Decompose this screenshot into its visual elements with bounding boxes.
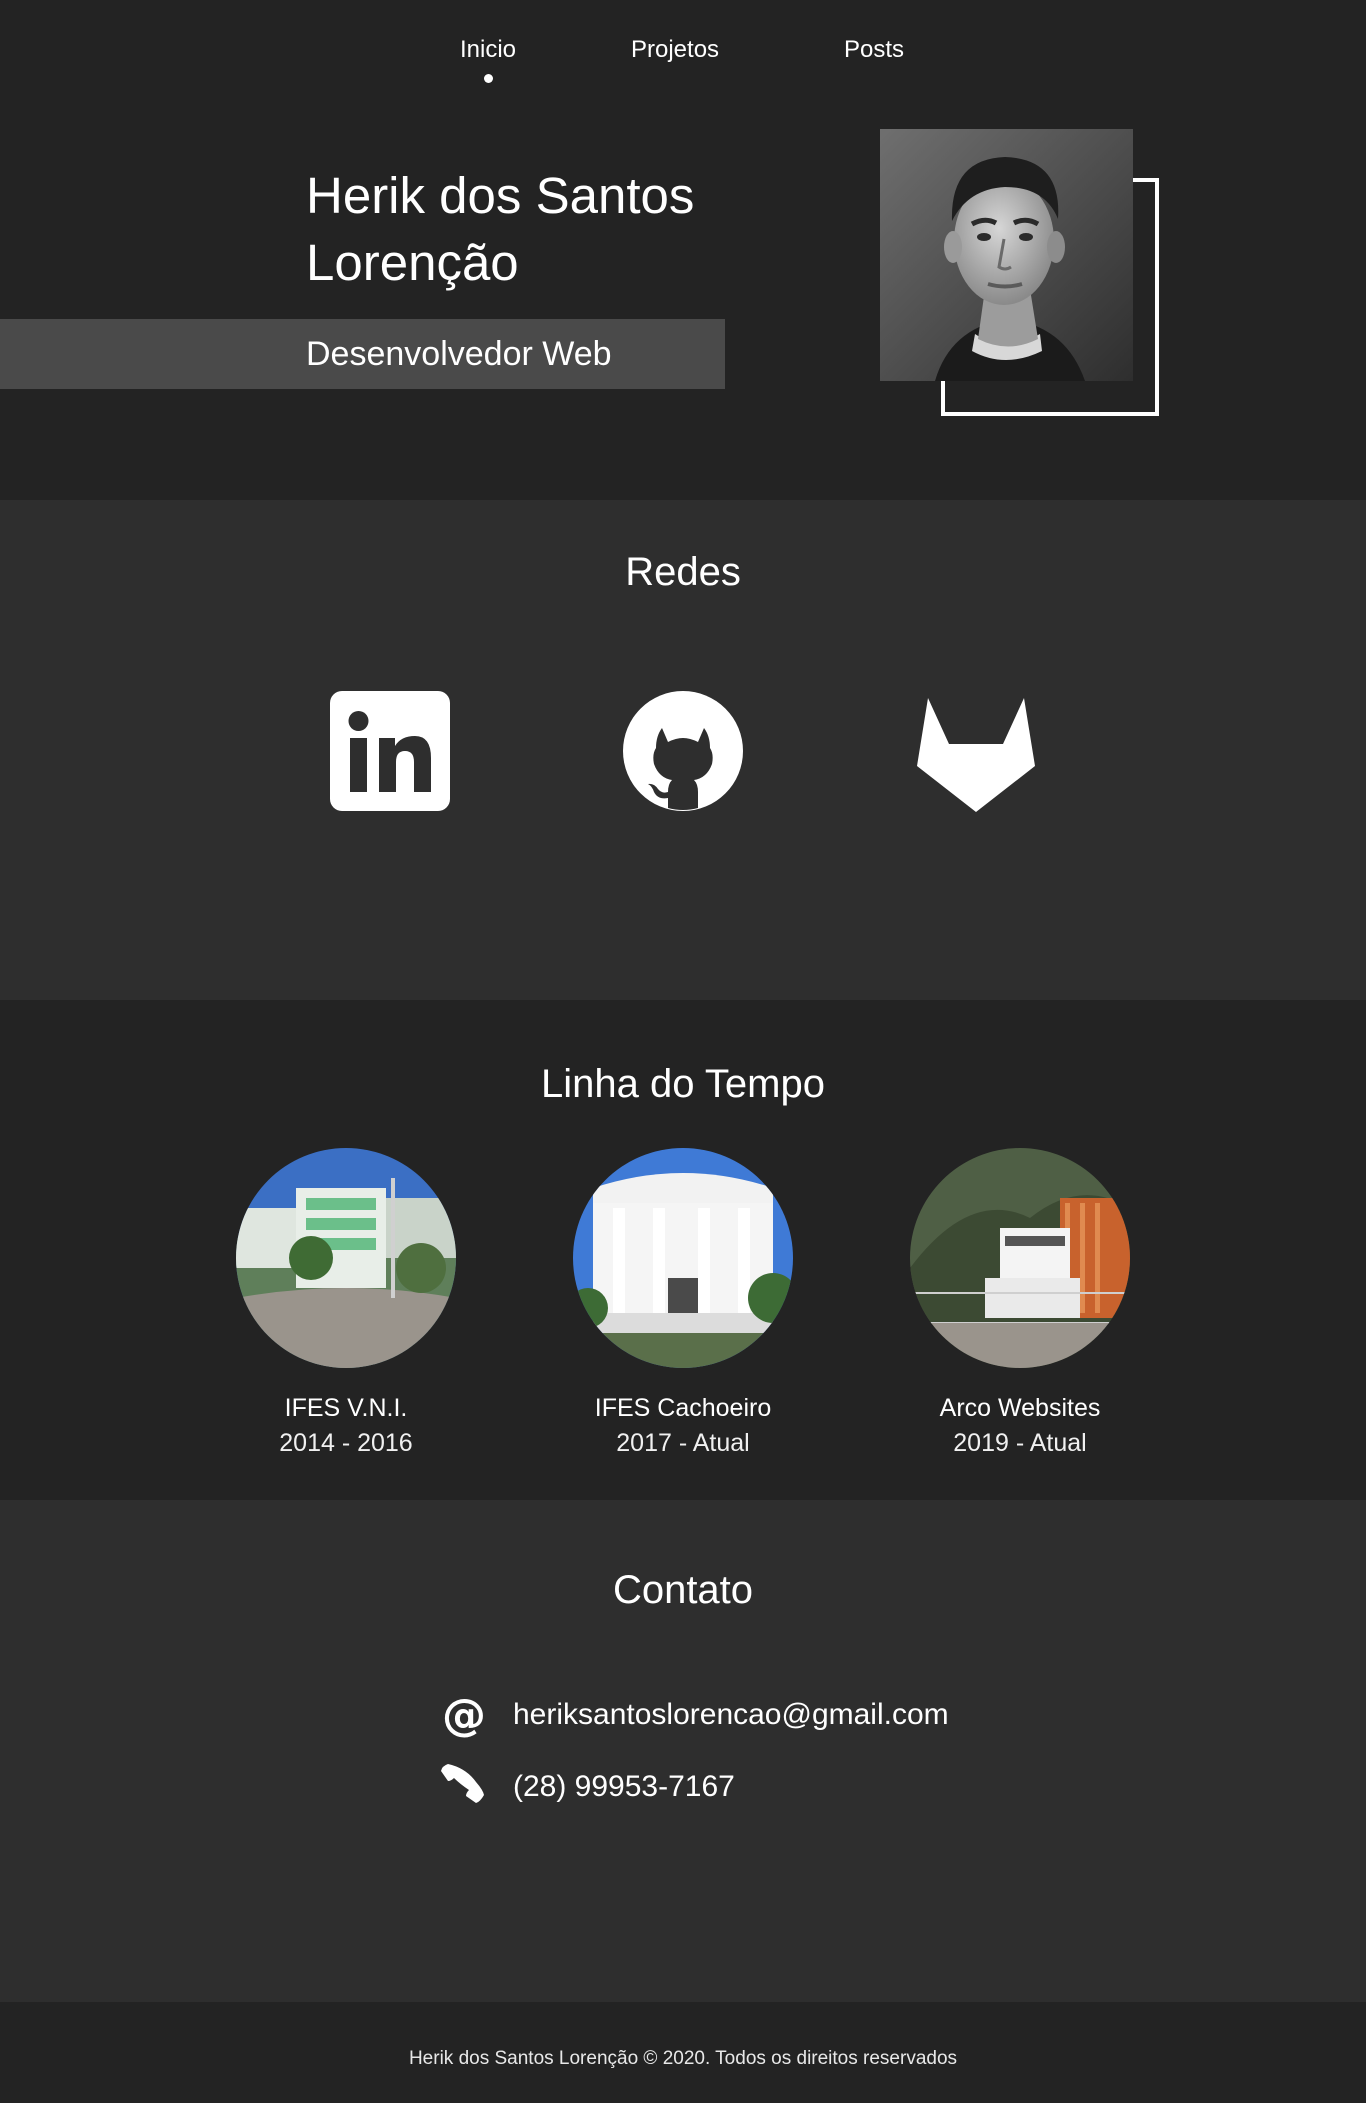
phone-icon	[441, 1764, 484, 1803]
timeline-item-name: Arco Websites	[939, 1394, 1101, 1422]
section-title: Linha do Tempo	[541, 1062, 825, 1106]
linkedin-icon	[330, 691, 450, 811]
nav-item-inicio[interactable]: Inicio	[460, 36, 517, 83]
section-title: Contato	[612, 1568, 754, 1612]
timeline-item-years: 2014 - 2016	[279, 1429, 413, 1457]
timeline-item: Arco Websites 2019 - Atual	[900, 1148, 1140, 1458]
profile-photo	[880, 129, 1133, 381]
footer: Herik dos Santos Lorenção © 2020. Todos …	[0, 2002, 1366, 2103]
timeline-item: IFES Cachoeiro 2017 - Atual	[563, 1148, 803, 1458]
contact-section: Contato @ heriksantoslorencao@gmail.com …	[0, 1500, 1366, 2002]
section-title: Redes	[625, 550, 741, 594]
active-indicator	[484, 74, 494, 83]
at-icon: @	[442, 1690, 486, 1738]
phone-link[interactable]: (28) 99953-7167	[513, 1770, 735, 1804]
timeline-item-name: IFES V.N.I.	[284, 1394, 408, 1422]
hero-role: Desenvolvedor Web	[306, 335, 612, 373]
timeline-item-name: IFES Cachoeiro	[594, 1394, 772, 1422]
nav-item-label: Inicio	[460, 36, 517, 63]
footer-copyright: Herik dos Santos Lorenção © 2020. Todos …	[408, 2048, 958, 2069]
timeline-item-years: 2017 - Atual	[616, 1429, 750, 1457]
timeline-section: Linha do Tempo IFES V.N.I. 2014 - 2016 I…	[0, 1000, 1366, 1500]
nav-item-projetos[interactable]: Projetos	[631, 36, 719, 64]
hero-name: Herik dos Santos Lorenção	[306, 167, 695, 291]
hero-section: Herik dos Santos Lorenção Desenvolvedor …	[0, 100, 1366, 500]
timeline-image	[236, 1148, 456, 1368]
nav-item-label: Posts	[844, 36, 905, 63]
nav-item-label: Projetos	[631, 36, 720, 63]
role-band: Desenvolvedor Web	[0, 319, 725, 389]
github-icon	[623, 691, 743, 811]
timeline-item-years: 2019 - Atual	[953, 1429, 1087, 1457]
timeline-image	[910, 1148, 1130, 1368]
gitlab-link[interactable]	[915, 690, 1037, 812]
timeline-image	[573, 1148, 793, 1368]
gitlab-icon	[917, 698, 1035, 812]
top-nav: Inicio Projetos Posts	[0, 0, 1366, 100]
svg-text:@: @	[442, 1690, 486, 1738]
redes-section: Redes	[0, 500, 1366, 1000]
timeline-item: IFES V.N.I. 2014 - 2016	[226, 1148, 466, 1458]
nav-item-posts[interactable]: Posts	[844, 36, 904, 64]
linkedin-link[interactable]	[329, 690, 451, 812]
github-link[interactable]	[622, 690, 744, 812]
email-link[interactable]: heriksantoslorencao@gmail.com	[513, 1698, 949, 1732]
